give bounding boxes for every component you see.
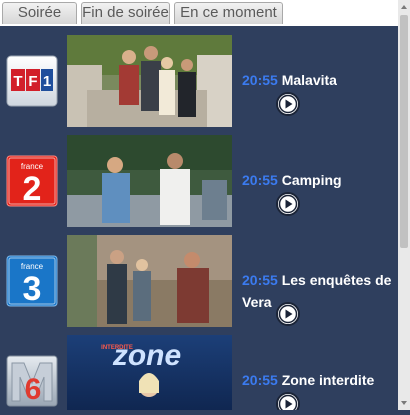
- program-info: 20:55 Camping: [242, 169, 394, 191]
- scroll-down-button[interactable]: [398, 396, 410, 410]
- program-time: 20:55: [242, 172, 278, 188]
- program-time: 20:55: [242, 372, 278, 388]
- france2-mark: 2: [23, 170, 42, 207]
- scrollbar-thumb[interactable]: [400, 15, 408, 248]
- program-row-france2[interactable]: france 2 20:55 Camping: [0, 135, 398, 227]
- m6-mark: 6: [25, 373, 42, 406]
- program-row-m6[interactable]: 6 zone INTERDITE 20:55 Zone interdite: [0, 335, 398, 410]
- tf1-logo: T F 1: [6, 55, 58, 107]
- program-title[interactable]: Camping: [282, 172, 342, 188]
- tab-bar: Soirée Fin de soirée En ce moment: [0, 0, 398, 26]
- play-circle-icon[interactable]: [275, 191, 301, 217]
- tab-fin-de-soiree[interactable]: Fin de soirée: [81, 2, 170, 24]
- thumbnail-subtitle: INTERDITE: [101, 345, 133, 351]
- program-thumbnail[interactable]: [67, 135, 232, 227]
- svg-text:1: 1: [43, 73, 51, 90]
- program-info: 20:55 Zone interdite: [242, 369, 394, 391]
- france3-mark: 3: [23, 270, 42, 307]
- thumbnail-title: zone: [112, 339, 181, 372]
- program-time: 20:55: [242, 272, 278, 288]
- scroll-up-button[interactable]: [398, 0, 410, 14]
- program-list: T F 1 20:55 Malavita france 2 20:55 Camp…: [0, 26, 398, 410]
- program-row-france3[interactable]: france 3 20:55 Les enquêtes de Vera: [0, 235, 398, 327]
- play-circle-icon[interactable]: [275, 301, 301, 327]
- play-circle-icon[interactable]: [275, 91, 301, 117]
- program-title[interactable]: Malavita: [282, 72, 337, 88]
- program-thumbnail[interactable]: [67, 35, 232, 127]
- france2-logo: france 2: [6, 155, 58, 208]
- svg-text:F: F: [28, 73, 37, 90]
- program-thumbnail[interactable]: zone INTERDITE: [67, 335, 232, 410]
- program-title[interactable]: Zone interdite: [282, 372, 375, 388]
- program-info: 20:55 Les enquêtes de Vera: [242, 269, 394, 313]
- france3-logo: france 3: [6, 255, 58, 308]
- tab-soiree[interactable]: Soirée: [2, 2, 77, 24]
- program-thumbnail[interactable]: [67, 235, 232, 327]
- svg-text:T: T: [13, 73, 22, 90]
- tab-en-ce-moment[interactable]: En ce moment: [174, 2, 283, 24]
- program-time: 20:55: [242, 72, 278, 88]
- play-circle-icon[interactable]: [275, 391, 301, 410]
- vertical-scrollbar[interactable]: [398, 0, 410, 410]
- program-row-tf1[interactable]: T F 1 20:55 Malavita: [0, 35, 398, 127]
- m6-logo: 6: [6, 355, 58, 407]
- program-info: 20:55 Malavita: [242, 69, 394, 91]
